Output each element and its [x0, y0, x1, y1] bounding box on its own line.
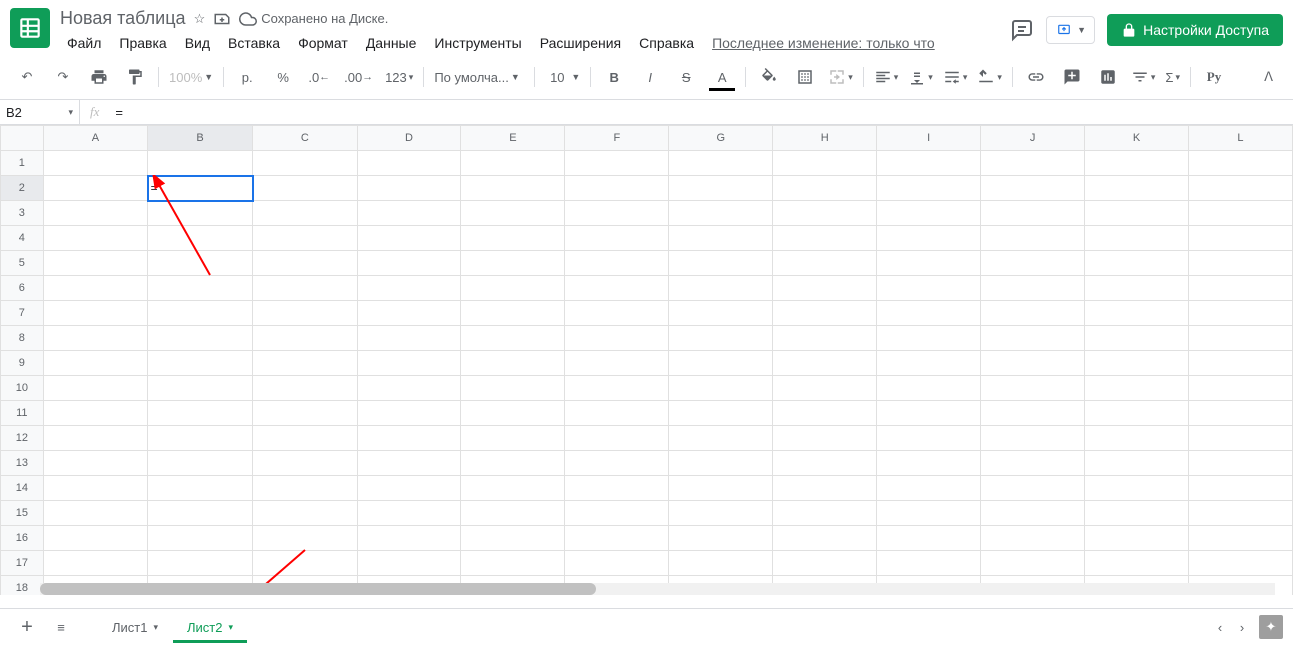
row-header[interactable]: 16: [1, 526, 44, 551]
col-header-K[interactable]: K: [1085, 126, 1189, 151]
menu-file[interactable]: Файл: [60, 31, 108, 55]
row-header[interactable]: 18: [1, 576, 44, 596]
last-edit-link[interactable]: Последнее изменение: только что: [705, 31, 942, 55]
row-header[interactable]: 4: [1, 226, 44, 251]
all-sheets-button[interactable]: ≡: [44, 611, 78, 643]
row-header[interactable]: 10: [1, 376, 44, 401]
font-size-select[interactable]: 10 ▼: [541, 68, 584, 87]
row-header[interactable]: 5: [1, 251, 44, 276]
present-button[interactable]: ▼: [1046, 16, 1095, 44]
row-header[interactable]: 9: [1, 351, 44, 376]
star-icon[interactable]: ☆: [194, 11, 206, 27]
col-header-C[interactable]: C: [253, 126, 357, 151]
horizontal-scrollbar[interactable]: [40, 583, 1275, 595]
menu-view[interactable]: Вид: [178, 31, 217, 55]
menu-edit[interactable]: Правка: [112, 31, 173, 55]
borders-button[interactable]: [788, 61, 822, 93]
fx-icon: fx: [80, 104, 109, 120]
increase-decimal-button[interactable]: .00→: [338, 61, 379, 93]
scroll-tabs-left[interactable]: ‹: [1209, 620, 1231, 635]
cell-B2[interactable]: =: [148, 176, 253, 201]
filter-button[interactable]: ▾: [1127, 66, 1160, 88]
cloud-status: Сохранено на Диске.: [239, 10, 388, 28]
menu-extensions[interactable]: Расширения: [533, 31, 628, 55]
text-color-button[interactable]: A: [705, 61, 739, 93]
decrease-decimal-button[interactable]: .0←: [302, 61, 336, 93]
redo-button[interactable]: ↷: [46, 61, 80, 93]
sheets-logo[interactable]: [10, 8, 50, 48]
menu-data[interactable]: Данные: [359, 31, 424, 55]
row-header[interactable]: 12: [1, 426, 44, 451]
comments-icon[interactable]: [1010, 18, 1034, 42]
sheet-tab-2[interactable]: Лист2▾: [173, 612, 248, 643]
horizontal-align-button[interactable]: ▾: [870, 66, 903, 88]
sheet-tab-1[interactable]: Лист1▾: [98, 612, 173, 643]
col-header-H[interactable]: H: [773, 126, 877, 151]
col-header-F[interactable]: F: [565, 126, 669, 151]
fill-color-button[interactable]: [752, 61, 786, 93]
insert-link-button[interactable]: [1019, 61, 1053, 93]
zoom-select[interactable]: 100% ▼: [165, 68, 217, 87]
col-header-B[interactable]: B: [148, 126, 253, 151]
row-header[interactable]: 7: [1, 301, 44, 326]
select-all-corner[interactable]: [1, 126, 44, 151]
insert-chart-button[interactable]: [1091, 61, 1125, 93]
italic-button[interactable]: I: [633, 61, 667, 93]
share-label: Настройки Доступа: [1143, 22, 1269, 38]
merge-cells-button[interactable]: ▾: [824, 66, 857, 88]
col-header-A[interactable]: A: [43, 126, 147, 151]
strikethrough-button[interactable]: S: [669, 61, 703, 93]
menu-help[interactable]: Справка: [632, 31, 701, 55]
add-sheet-button[interactable]: +: [10, 611, 44, 643]
col-header-D[interactable]: D: [357, 126, 461, 151]
menu-insert[interactable]: Вставка: [221, 31, 287, 55]
row-header[interactable]: 8: [1, 326, 44, 351]
vertical-align-button[interactable]: ▾: [904, 66, 937, 88]
explore-button[interactable]: ✦: [1259, 615, 1283, 639]
percent-button[interactable]: %: [266, 61, 300, 93]
paint-format-button[interactable]: [118, 61, 152, 93]
row-header[interactable]: 14: [1, 476, 44, 501]
insert-comment-button[interactable]: [1055, 61, 1089, 93]
collapse-toolbar-button[interactable]: ᐱ: [1254, 69, 1283, 85]
row-header[interactable]: 11: [1, 401, 44, 426]
scroll-tabs-right[interactable]: ›: [1231, 620, 1253, 635]
row-header[interactable]: 17: [1, 551, 44, 576]
undo-button[interactable]: ↶: [10, 61, 44, 93]
document-title[interactable]: Новая таблица: [60, 8, 186, 29]
text-wrap-button[interactable]: ▾: [939, 66, 972, 88]
currency-button[interactable]: р.: [230, 61, 264, 93]
py-button[interactable]: Рy: [1197, 61, 1231, 93]
row-header[interactable]: 15: [1, 501, 44, 526]
text-rotation-button[interactable]: ▾: [973, 66, 1006, 88]
functions-button[interactable]: Σ▾: [1161, 68, 1184, 87]
row-header[interactable]: 13: [1, 451, 44, 476]
row-header[interactable]: 2: [1, 176, 44, 201]
formula-bar[interactable]: =: [109, 103, 1293, 122]
col-header-E[interactable]: E: [461, 126, 565, 151]
name-box[interactable]: B2▾: [0, 100, 80, 124]
row-header[interactable]: 6: [1, 276, 44, 301]
col-header-J[interactable]: J: [981, 126, 1085, 151]
move-icon[interactable]: [213, 10, 231, 28]
spreadsheet-grid[interactable]: A B C D E F G H I J K L 1 2 = 3 4 5 6 7 8…: [0, 125, 1293, 595]
number-format-select[interactable]: 123▾: [381, 68, 417, 87]
col-header-G[interactable]: G: [669, 126, 773, 151]
save-status-text: Сохранено на Диске.: [261, 11, 388, 26]
col-header-L[interactable]: L: [1188, 126, 1292, 151]
menu-format[interactable]: Формат: [291, 31, 355, 55]
font-family-select[interactable]: По умолча... ▼: [430, 68, 528, 87]
row-header[interactable]: 3: [1, 201, 44, 226]
share-button[interactable]: Настройки Доступа: [1107, 14, 1283, 46]
col-header-I[interactable]: I: [877, 126, 981, 151]
print-button[interactable]: [82, 61, 116, 93]
row-header[interactable]: 1: [1, 151, 44, 176]
bold-button[interactable]: B: [597, 61, 631, 93]
menu-tools[interactable]: Инструменты: [427, 31, 528, 55]
